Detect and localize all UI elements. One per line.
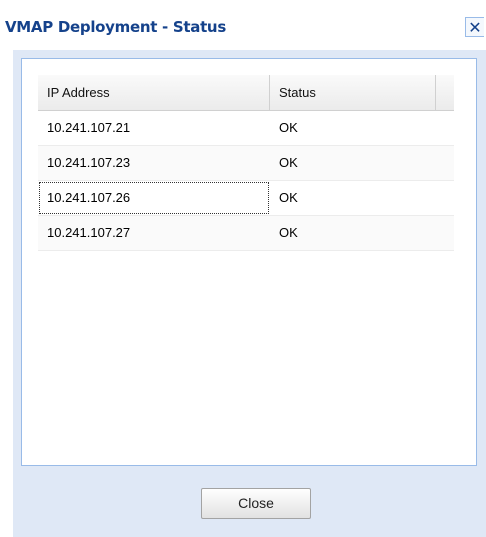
- grid-header: IP Address Status: [38, 75, 454, 111]
- ip-address-cell[interactable]: 10.241.107.21: [38, 111, 270, 145]
- column-header-status[interactable]: Status: [270, 75, 436, 110]
- status-cell[interactable]: OK: [270, 216, 436, 250]
- dialog-body: IP Address Status 10.241.107.21 OK 10.24…: [13, 50, 486, 537]
- status-cell[interactable]: OK: [270, 111, 436, 145]
- column-header-filler: [436, 75, 454, 110]
- ip-address-cell[interactable]: 10.241.107.23: [38, 146, 270, 180]
- table-row[interactable]: 10.241.107.23 OK: [38, 146, 454, 181]
- table-row[interactable]: 10.241.107.21 OK: [38, 111, 454, 146]
- close-icon[interactable]: ✕: [465, 17, 484, 37]
- table-row[interactable]: 10.241.107.26 OK: [38, 181, 454, 216]
- status-cell[interactable]: OK: [270, 146, 436, 180]
- dialog-title: VMAP Deployment - Status: [5, 18, 226, 36]
- status-cell[interactable]: OK: [270, 181, 436, 215]
- dialog-title-bar[interactable]: VMAP Deployment - Status ✕: [0, 0, 486, 50]
- dialog-footer: Close: [13, 466, 486, 537]
- grid-body: 10.241.107.21 OK 10.241.107.23 OK 10.241…: [38, 111, 454, 251]
- column-header-ip-address[interactable]: IP Address: [38, 75, 270, 110]
- table-row[interactable]: 10.241.107.27 OK: [38, 216, 454, 251]
- status-grid: IP Address Status 10.241.107.21 OK 10.24…: [21, 58, 477, 466]
- close-button[interactable]: Close: [201, 488, 311, 519]
- vmap-deployment-status-dialog: VMAP Deployment - Status ✕ IP Address St…: [0, 0, 486, 537]
- ip-address-cell[interactable]: 10.241.107.26: [38, 181, 270, 215]
- ip-address-cell[interactable]: 10.241.107.27: [38, 216, 270, 250]
